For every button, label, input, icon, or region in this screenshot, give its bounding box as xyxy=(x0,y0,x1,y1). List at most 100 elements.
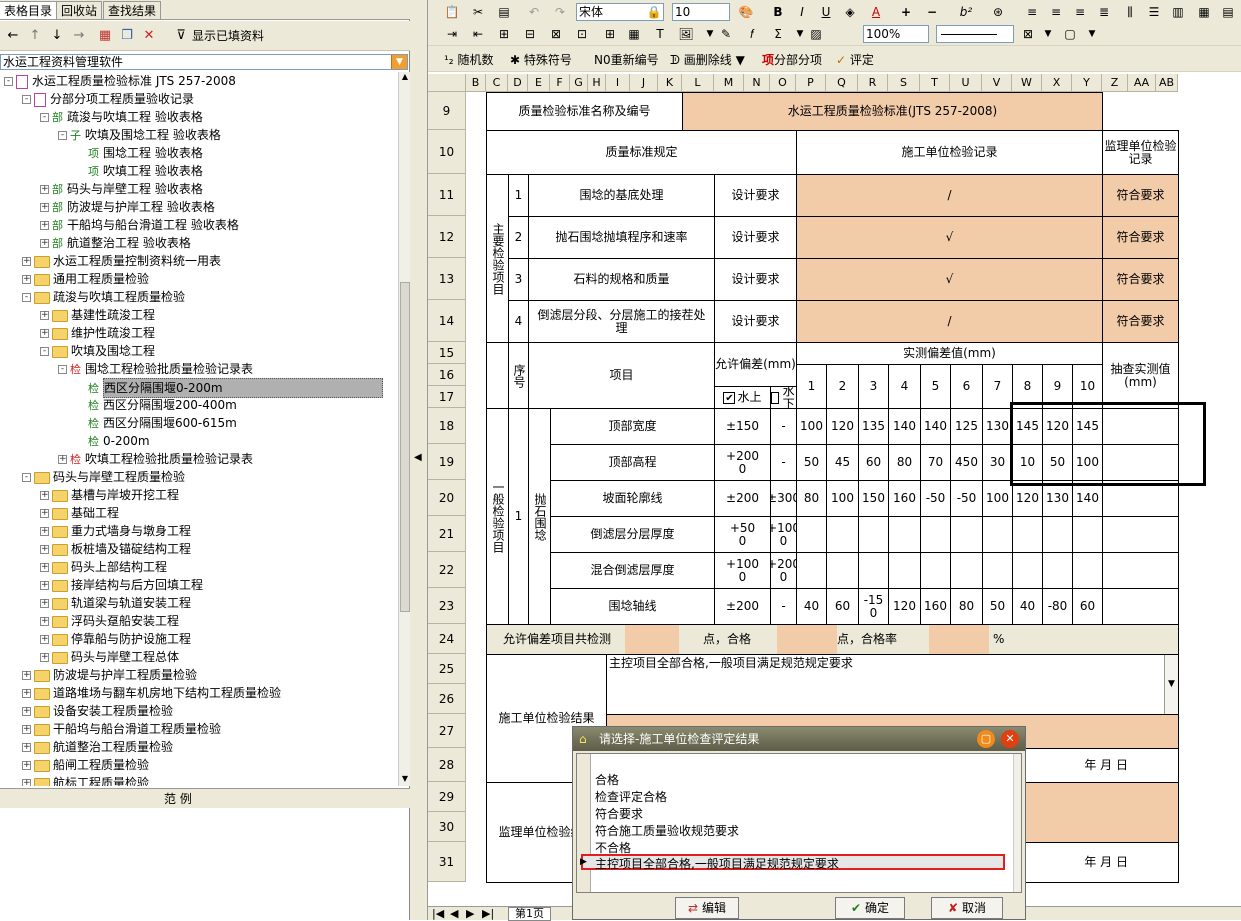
collapse-icon[interactable]: - xyxy=(22,95,31,104)
measured-value[interactable]: 160 xyxy=(888,480,921,517)
measured-value[interactable]: 160 xyxy=(920,588,951,625)
column-header[interactable]: Z xyxy=(1102,74,1128,92)
forward-icon[interactable]: → xyxy=(70,27,88,45)
expand-icon[interactable]: + xyxy=(40,509,49,518)
tree-item[interactable]: 检西区分隔围堰200-400m xyxy=(76,396,237,414)
column-header[interactable]: I xyxy=(606,74,630,92)
down-icon[interactable]: ↓ xyxy=(48,27,66,45)
back-icon[interactable]: ← xyxy=(4,27,22,45)
measure-index[interactable]: 7 xyxy=(982,364,1013,409)
paste-icon[interactable]: 📋 xyxy=(442,3,462,21)
measured-value[interactable]: -80 xyxy=(1042,588,1073,625)
insert-col-icon[interactable]: ⇤ xyxy=(468,25,488,43)
column-header[interactable]: U xyxy=(950,74,982,92)
table-icon[interactable]: ▦ xyxy=(624,25,644,43)
main-item-no[interactable]: 1 xyxy=(508,174,529,217)
line-style-select[interactable] xyxy=(936,25,1014,43)
scroll-up-icon[interactable]: ▲ xyxy=(400,72,410,84)
measured-value[interactable]: 140 xyxy=(888,408,921,445)
list-icon[interactable]: ▤ xyxy=(1218,3,1238,21)
main-item-requirement[interactable]: 设计要求 xyxy=(714,258,797,301)
measured-value[interactable] xyxy=(950,516,983,553)
measured-value[interactable]: 70 xyxy=(920,444,951,481)
new-table-icon[interactable]: ▦ xyxy=(96,27,114,45)
standard-label[interactable]: 质量检验标准名称及编号 xyxy=(486,92,683,131)
font-color-icon[interactable]: A xyxy=(866,3,886,21)
chevron-down-icon[interactable]: ▼ xyxy=(1038,25,1058,43)
measured-value[interactable]: 40 xyxy=(796,588,827,625)
group-name[interactable]: 抛石围埝 xyxy=(528,408,551,625)
row-header[interactable]: 13 xyxy=(428,258,466,300)
tolerance-above[interactable]: ±200 xyxy=(714,588,771,625)
row-header[interactable]: 18 xyxy=(428,408,466,444)
measure-index[interactable]: 6 xyxy=(950,364,983,409)
tree-item[interactable]: 项围埝工程 验收表格 xyxy=(76,144,203,162)
row-header[interactable]: 15 xyxy=(428,342,466,364)
expand-icon[interactable]: + xyxy=(40,239,49,248)
tree-item[interactable]: + 部码头与岸壁工程 验收表格 xyxy=(40,180,203,198)
column-header[interactable]: AB xyxy=(1156,74,1178,92)
tree-item[interactable]: + 浮码头趸船安装工程 xyxy=(40,612,179,630)
measured-value[interactable]: 120 xyxy=(826,408,859,445)
column-header[interactable]: X xyxy=(1042,74,1072,92)
row-header[interactable]: 16 xyxy=(428,364,466,386)
tolerance-below[interactable]: +200 0 xyxy=(770,552,797,589)
expand-icon[interactable]: + xyxy=(22,707,31,716)
sum-icon[interactable]: Σ xyxy=(768,25,788,43)
tree-item[interactable]: - 水运工程质量检验标准 JTS 257-2008 xyxy=(4,72,236,90)
measured-value[interactable] xyxy=(982,516,1013,553)
bold-icon[interactable]: B xyxy=(768,3,788,21)
column-header[interactable]: L xyxy=(682,74,714,92)
tree-item[interactable]: + 轨道梁与轨道安装工程 xyxy=(40,594,191,612)
border-color-icon[interactable]: ⊠ xyxy=(1018,25,1038,43)
cols-icon[interactable]: ▥ xyxy=(1168,3,1188,21)
measured-header[interactable]: 实测偏差值(mm) xyxy=(796,342,1103,365)
expand-icon[interactable]: + xyxy=(58,455,67,464)
measured-value[interactable] xyxy=(1042,516,1073,553)
main-item-no[interactable]: 3 xyxy=(508,258,529,301)
tolerance-above[interactable]: ±150 xyxy=(714,408,771,445)
main-item-record[interactable]: / xyxy=(796,174,1103,217)
chart-icon[interactable]: ▨ xyxy=(806,25,826,43)
tolerance-header[interactable]: 允许偏差(mm) xyxy=(714,342,797,387)
column-header[interactable]: E xyxy=(528,74,550,92)
group-no[interactable]: 1 xyxy=(508,408,529,625)
collapse-icon[interactable]: - xyxy=(4,77,13,86)
general-item-name[interactable]: 顶部宽度 xyxy=(550,408,715,445)
row-header[interactable]: 14 xyxy=(428,300,466,342)
tree-item[interactable]: - 分部分项工程质量验收记录 xyxy=(22,90,194,108)
tree-item[interactable]: 项吹填工程 验收表格 xyxy=(76,162,203,180)
panel-splitter[interactable]: ◀ xyxy=(410,0,428,920)
measure-index[interactable]: 4 xyxy=(888,364,921,409)
row-header[interactable]: 24 xyxy=(428,624,466,654)
tab-search-results[interactable]: 查找结果 xyxy=(103,1,162,19)
cut-icon[interactable]: ✂ xyxy=(468,3,488,21)
measured-value[interactable]: 120 xyxy=(888,588,921,625)
main-item-record[interactable]: / xyxy=(796,300,1103,343)
symbol-icon[interactable]: ⊛ xyxy=(988,3,1008,21)
chevron-down-icon[interactable]: ▼ xyxy=(1082,25,1102,43)
tree-item[interactable]: + 防波堤与护岸工程质量检验 xyxy=(22,666,197,684)
close-icon[interactable]: ✕ xyxy=(1001,730,1019,748)
main-item-record[interactable]: √ xyxy=(796,258,1103,301)
expand-icon[interactable]: + xyxy=(22,275,31,284)
measured-value[interactable] xyxy=(796,552,827,589)
main-item-name[interactable]: 围埝的基底处理 xyxy=(528,174,715,217)
last-page-icon[interactable]: ▶| xyxy=(482,907,494,920)
measured-value[interactable]: 50 xyxy=(796,444,827,481)
above-water-checkbox[interactable]: ✔ 水上 xyxy=(714,386,771,409)
tree-item[interactable]: - 吹填及围埝工程 xyxy=(40,342,155,360)
superscript-icon[interactable]: b² xyxy=(956,3,976,21)
main-item-name[interactable]: 倒滤层分段、分层施工的接茬处理 xyxy=(528,300,715,343)
evaluate-button[interactable]: ✓ 评定 xyxy=(836,51,874,68)
measured-value[interactable] xyxy=(858,552,889,589)
tree-item[interactable]: + 道路堆场与翻车机房地下结构工程质量检验 xyxy=(22,684,281,702)
expand-icon[interactable]: + xyxy=(22,779,31,786)
clipboard-icon[interactable]: ▤ xyxy=(494,3,514,21)
sample-value[interactable] xyxy=(1102,588,1179,625)
column-header[interactable]: M xyxy=(714,74,744,92)
checkbox-icon[interactable] xyxy=(771,391,780,404)
measured-value[interactable] xyxy=(1072,552,1103,589)
pass-rate-input[interactable] xyxy=(929,625,989,654)
sample-value[interactable] xyxy=(1102,552,1179,589)
